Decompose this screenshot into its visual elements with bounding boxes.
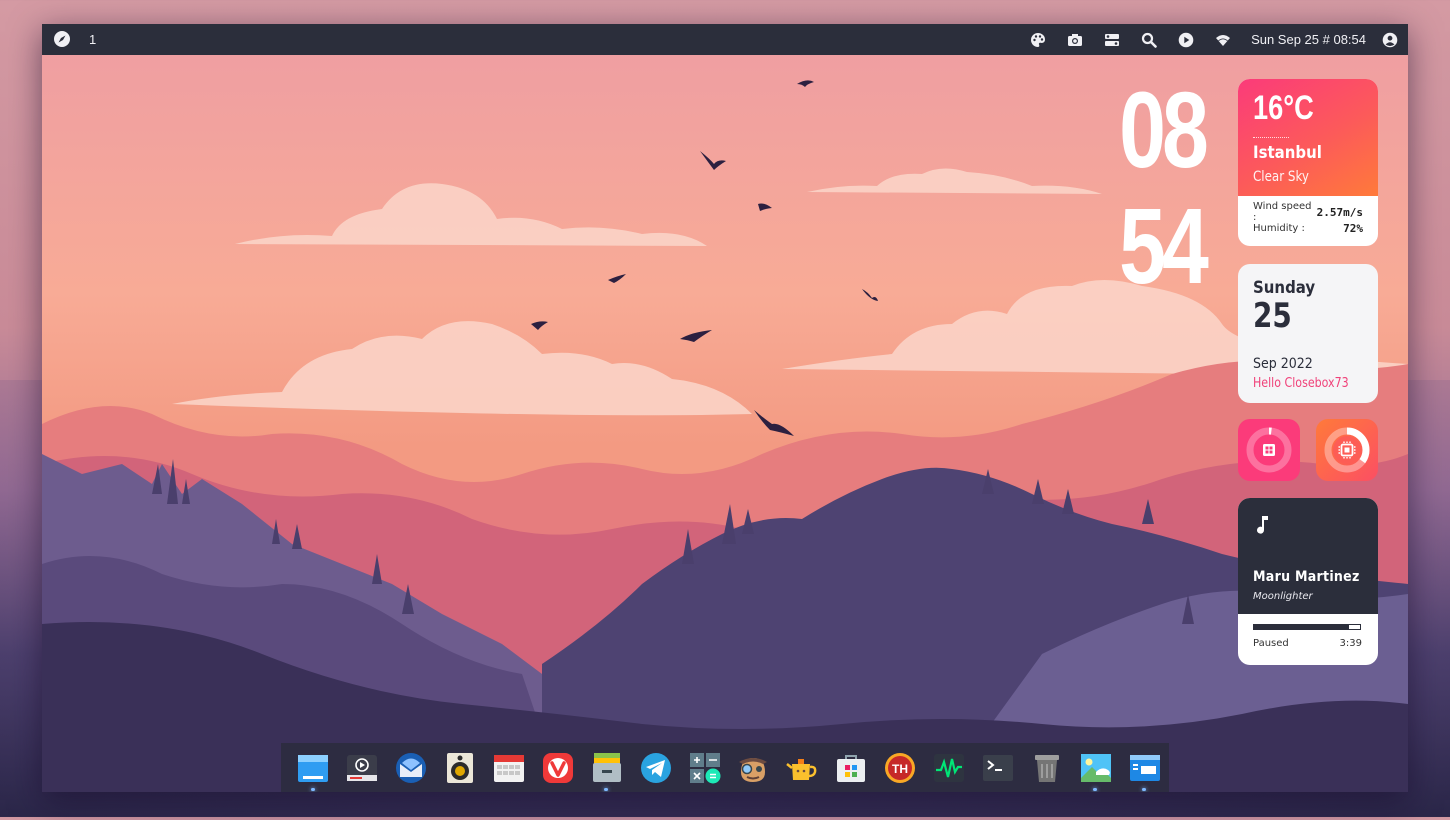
terminal-icon xyxy=(982,754,1013,781)
music-time: 3:39 xyxy=(1339,638,1362,649)
thunderbird-icon xyxy=(396,752,427,783)
window-icon xyxy=(1129,754,1160,781)
search-icon[interactable] xyxy=(1130,30,1167,49)
dock-item-image-viewer[interactable] xyxy=(1071,743,1120,792)
music-status: Paused xyxy=(1253,638,1289,649)
dock-item-detective[interactable] xyxy=(729,743,778,792)
dock-item-archive[interactable] xyxy=(582,743,631,792)
play-icon[interactable] xyxy=(1167,30,1204,49)
dock-item-calculator[interactable] xyxy=(680,743,729,792)
running-indicator xyxy=(604,788,609,791)
humidity-label: Humidity : xyxy=(1253,222,1305,234)
archive-icon xyxy=(592,752,621,782)
date-month-year: Sep 2022 xyxy=(1253,356,1313,372)
dock-item-teapot[interactable] xyxy=(778,743,827,792)
dock: TH xyxy=(281,743,1169,792)
trash-icon xyxy=(1034,754,1059,782)
palette-icon[interactable] xyxy=(1019,30,1056,49)
teapot-icon xyxy=(786,758,817,780)
music-widget: Maru Martinez Moonlighter Paused 3:39 xyxy=(1238,498,1378,665)
dock-item-system-monitor[interactable] xyxy=(925,743,974,792)
top-panel: 1 Sun Sep 25 # 08:54 xyxy=(42,24,1408,55)
greeting-text: Hello Closebox73 xyxy=(1253,376,1349,391)
music-progress-bar[interactable] xyxy=(1253,624,1361,630)
desktop-screen: 1 Sun Sep 25 # 08:54 08 54 16°C Istanbul… xyxy=(42,24,1408,792)
dock-item-window[interactable] xyxy=(1120,743,1169,792)
wifi-icon[interactable] xyxy=(1204,30,1241,49)
dock-item-terminal[interactable] xyxy=(973,743,1022,792)
dock-item-thunderbird[interactable] xyxy=(387,743,436,792)
rhythmbox-icon xyxy=(447,752,474,783)
clock-minute: 54 xyxy=(1119,185,1209,306)
app-center-icon xyxy=(837,754,866,782)
image-viewer-icon xyxy=(1080,753,1111,782)
calculator-icon xyxy=(689,752,721,783)
weather-temperature: 16°C xyxy=(1253,89,1314,127)
weather-description: Clear Sky xyxy=(1253,169,1309,185)
humidity-value: 72% xyxy=(1343,221,1363,235)
ram-ring xyxy=(1246,427,1292,473)
telegram-icon xyxy=(640,752,671,783)
workspace-indicator[interactable]: 1 xyxy=(89,32,96,47)
ram-usage-widget xyxy=(1238,419,1300,481)
dock-item-timeshift[interactable]: TH xyxy=(876,743,925,792)
timeshift-icon: TH xyxy=(885,752,916,783)
calendar-icon xyxy=(494,754,524,782)
running-indicator xyxy=(1142,788,1147,791)
memory-icon xyxy=(1263,444,1275,456)
dock-item-telegram[interactable] xyxy=(631,743,680,792)
video-player-icon xyxy=(347,754,378,781)
svg-text:TH: TH xyxy=(892,762,908,776)
wind-value: 2.57m/s xyxy=(1316,205,1363,219)
wind-label: Wind speed : xyxy=(1253,201,1312,223)
clock-hour: 08 xyxy=(1119,69,1209,190)
panel-clock[interactable]: Sun Sep 25 # 08:54 xyxy=(1251,32,1366,47)
dock-item-vivaldi[interactable] xyxy=(533,743,582,792)
running-indicator xyxy=(1093,788,1098,791)
date-day-number: 25 xyxy=(1253,296,1292,336)
cpu-usage-widget xyxy=(1316,419,1378,481)
camera-icon[interactable] xyxy=(1056,30,1093,49)
detective-icon xyxy=(739,757,768,782)
music-artist: Maru Martinez xyxy=(1253,569,1360,585)
music-title: Moonlighter xyxy=(1253,591,1313,602)
dock-item-rhythmbox[interactable] xyxy=(436,743,485,792)
date-widget: Sunday 25 Sep 2022 Hello Closebox73 xyxy=(1238,264,1378,403)
music-note-icon xyxy=(1253,514,1273,540)
desktop-clock: 08 54 xyxy=(1119,69,1209,306)
date-day-name: Sunday xyxy=(1253,278,1316,298)
dock-item-calendar[interactable] xyxy=(485,743,534,792)
weather-city: Istanbul xyxy=(1253,143,1322,163)
vivaldi-icon xyxy=(542,752,573,783)
weather-divider xyxy=(1253,137,1289,138)
dock-item-video-player[interactable] xyxy=(338,743,387,792)
dock-item-app-center[interactable] xyxy=(827,743,876,792)
compass-icon[interactable] xyxy=(53,30,71,48)
user-icon[interactable] xyxy=(1380,30,1400,49)
cpu-ring xyxy=(1324,427,1370,473)
dock-item-trash[interactable] xyxy=(1022,743,1071,792)
weather-widget: 16°C Istanbul Clear Sky Wind speed : 2.5… xyxy=(1238,79,1378,246)
running-indicator xyxy=(311,788,315,791)
music-progress-fill xyxy=(1254,625,1350,629)
system-monitor-icon xyxy=(934,753,965,782)
dock-item-file-manager[interactable] xyxy=(289,743,338,792)
wind-row: Wind speed : 2.57m/s xyxy=(1253,201,1363,223)
file-manager-icon xyxy=(298,754,329,782)
switch-icon[interactable] xyxy=(1093,30,1130,49)
